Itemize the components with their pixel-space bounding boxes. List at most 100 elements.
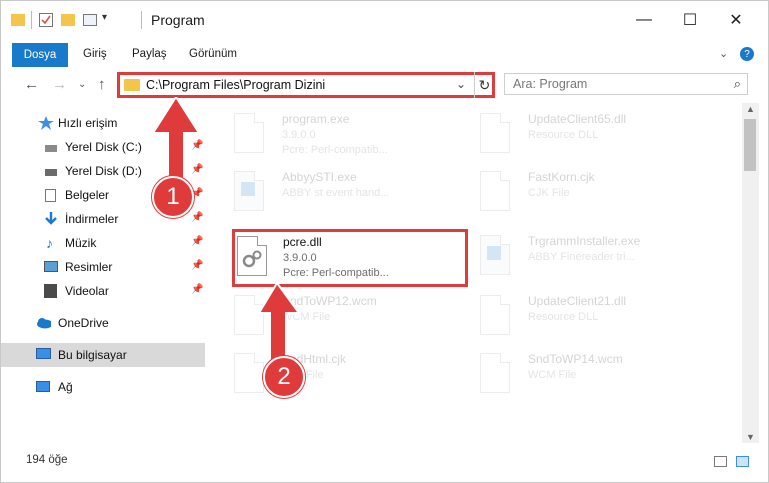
status-bar: 194 öğe [1,447,768,477]
file-item[interactable]: AbbyySTI.exe ABBY st event hand... [206,165,446,221]
search-input[interactable]: Ara: Program ⌕ [504,73,748,95]
annotation-badge-2: 2 [263,356,305,398]
file-description: Resource DLL [528,311,599,323]
file-item[interactable]: program.exe 3.9.0.0 Pcre: Perl-compatib.… [206,107,446,163]
customize-toolbar-chevron-icon[interactable]: ▾ [102,12,107,30]
cloud-icon [37,318,51,329]
pin-icon: 📌 [191,212,204,223]
file-name: UpdateClient21.dll [528,294,627,308]
folder-icon [11,14,25,26]
separator [31,11,32,29]
file-name: FastKorn.cjk [528,170,595,184]
up-arrow-icon[interactable]: ↑ [98,76,106,93]
scroll-down-icon[interactable]: ▼ [746,432,755,442]
documents-icon [45,189,56,202]
pin-icon: 📌 [191,260,204,271]
address-history-chevron-icon[interactable]: ⌄ [456,77,466,91]
details-view-icon[interactable] [714,456,727,467]
exe-file-icon [234,171,268,213]
file-item-pcre-dll[interactable]: pcre.dll 3.9.0.0 Pcre: Perl-compatib... [232,229,468,287]
videos-icon [44,284,57,298]
ribbon-tabs: Dosya Giriş Paylaş Görünüm ⌄ ? [1,39,768,67]
file-description: Pcre: Perl-compatib... [282,144,388,156]
file-item[interactable]: UpdateClient65.dll Resource DLL [452,107,692,163]
cjk-file-icon [480,171,514,213]
sidebar-item-onedrive[interactable]: OneDrive [1,311,205,335]
pictures-icon [44,261,58,272]
annotation-badge-1: 1 [152,176,194,218]
file-item[interactable]: TrgrammInstaller.exe ABBY Finereader tri… [452,229,692,285]
sidebar-item-label: OneDrive [58,316,109,330]
file-name: SndToWP14.wcm [528,352,623,366]
dll-file-icon [480,113,514,155]
sidebar-item-label: Yerel Disk (D:) [65,164,142,178]
address-path[interactable]: C:\Program Files\Program Dizini [146,78,325,92]
maximize-button[interactable]: ☐ [667,1,713,39]
help-icon[interactable]: ? [740,47,754,61]
refresh-icon[interactable]: ↻ [474,72,494,98]
drive-icon [45,145,57,152]
sidebar-item-pictures[interactable]: Resimler 📌 [1,255,205,279]
wcm-file-icon [480,353,514,395]
download-icon [45,212,57,225]
sidebar-item-label: Belgeler [65,188,110,202]
file-description: ABBY Finereader tri... [528,251,635,263]
item-count: 194 öğe [26,454,68,466]
sidebar-item-network[interactable]: Ağ [1,375,205,399]
dll-file-icon [237,236,271,278]
pin-icon: 📌 [191,236,204,247]
close-button[interactable]: ✕ [713,1,759,39]
address-row: ← → ⌄ ↑ C:\Program Files\Program Dizini … [1,67,768,103]
recent-locations-chevron-icon[interactable]: ⌄ [78,79,86,90]
sidebar-item-this-pc[interactable]: Bu bilgisayar [1,343,205,367]
file-name: TrgrammInstaller.exe [528,234,641,248]
sidebar-item-videos[interactable]: Videolar 📌 [1,279,205,303]
tab-view[interactable]: Görünüm [189,48,237,60]
file-description: CJK File [528,187,570,199]
tab-share[interactable]: Paylaş [132,48,167,60]
separator [141,11,142,29]
back-arrow-icon[interactable]: ← [24,76,39,93]
file-description: Pcre: Perl-compatib... [283,267,389,279]
forward-arrow-icon[interactable]: → [52,76,67,93]
sidebar-item-label: Resimler [65,260,113,274]
exe-file-icon [234,113,268,155]
properties-icon[interactable] [39,13,53,27]
folder-icon [124,79,140,91]
file-explorer-window: ▾ Program — ☐ ✕ Dosya Giriş Paylaş Görün… [0,0,769,483]
file-item[interactable]: FastKorn.cjk CJK File [452,165,692,221]
file-version: 3.9.0.0 [283,252,317,264]
vertical-scrollbar[interactable]: ▲ ▼ [742,103,759,443]
file-name: program.exe [282,112,350,126]
large-icons-view-icon[interactable] [736,456,749,467]
minimize-button[interactable]: — [621,1,667,39]
title-bar: ▾ Program — ☐ ✕ [1,1,768,39]
music-icon: ♪ [46,235,53,251]
window-title: Program [151,12,205,28]
view-options-icon[interactable] [83,14,97,26]
tab-home[interactable]: Giriş [83,48,107,60]
file-item[interactable]: SndHtml.cjk CJK File [206,347,446,403]
file-item[interactable]: SndToWP14.wcm WCM File [452,347,692,403]
sidebar-item-label: Hızlı erişim [58,116,118,130]
search-icon[interactable]: ⌕ [734,76,741,92]
address-bar[interactable]: C:\Program Files\Program Dizini ⌄ ↻ [117,72,495,98]
network-icon [36,381,50,392]
tab-file[interactable]: Dosya [12,43,68,67]
file-version: 3.9.0.0 [282,129,316,141]
computer-icon [36,348,51,359]
file-description: Resource DLL [528,129,599,141]
sidebar-item-music[interactable]: ♪ Müzik 📌 [1,231,205,255]
file-item[interactable]: UpdateClient21.dll Resource DLL [452,289,692,345]
sidebar-item-label: Bu bilgisayar [58,348,127,362]
file-description: WCM File [528,369,577,381]
file-description: ABBY st event hand... [282,187,390,199]
scrollbar-thumb[interactable] [744,119,756,171]
expand-ribbon-chevron-icon[interactable]: ⌄ [719,47,728,60]
new-folder-icon[interactable] [61,14,75,26]
sidebar-item-label: Yerel Disk (C:) [65,140,142,154]
file-item[interactable]: SndToWP12.wcm WCM File [206,289,446,345]
scroll-up-icon[interactable]: ▲ [746,104,755,114]
sidebar-item-label: İndirmeler [65,212,119,226]
file-name: pcre.dll [283,235,322,249]
